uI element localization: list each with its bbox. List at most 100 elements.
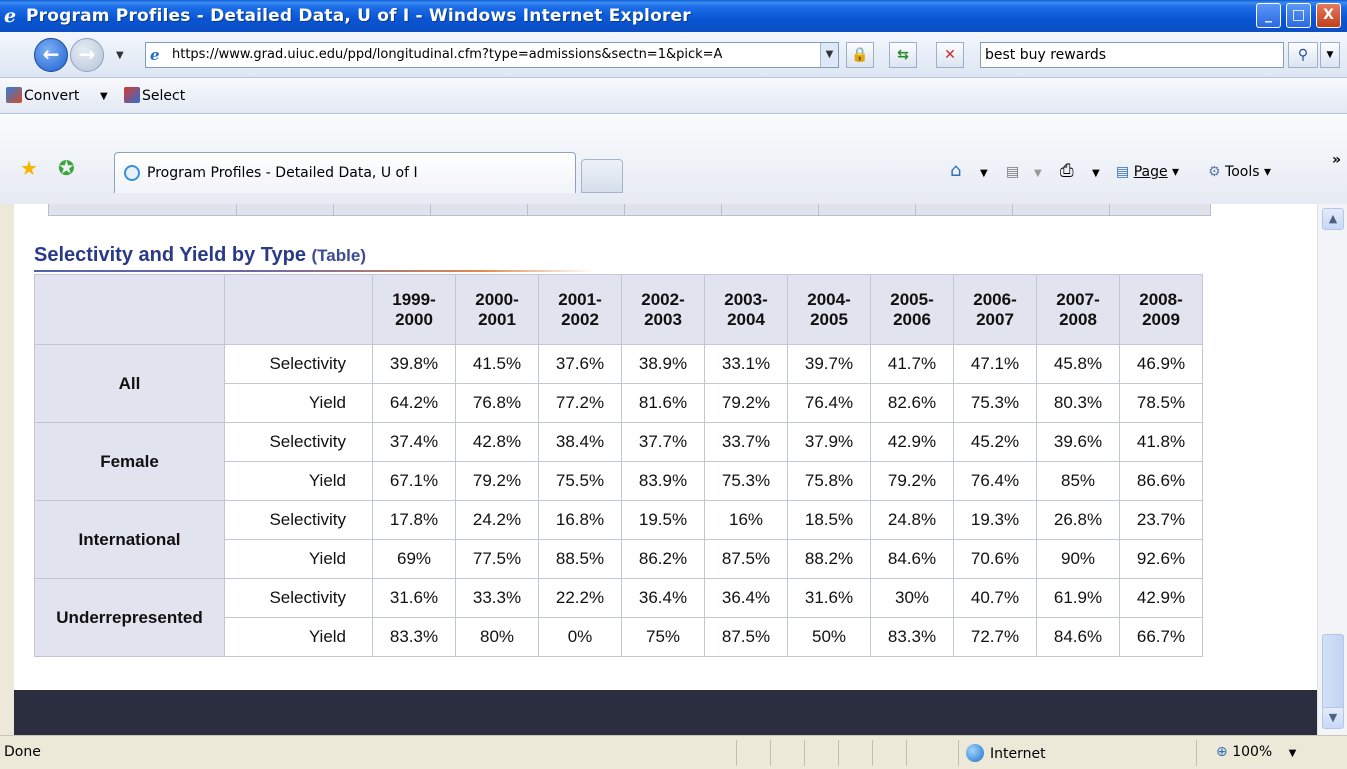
value-cell: 26.8% xyxy=(1036,500,1120,540)
select-button[interactable]: Select xyxy=(124,87,185,104)
window-title-bar[interactable]: e Program Profiles - Detailed Data, U of… xyxy=(0,0,1347,32)
refresh-icon[interactable]: ⇆ xyxy=(889,42,917,68)
address-input[interactable]: e https://www.grad.uiuc.edu/ppd/longitud… xyxy=(145,42,839,68)
lock-icon[interactable]: 🔒 xyxy=(846,42,874,68)
year-column-header: 2000- 2001 xyxy=(455,274,539,345)
convert-label: Convert xyxy=(24,88,80,104)
value-cell: 41.7% xyxy=(870,344,954,384)
search-icon[interactable]: ⚲ xyxy=(1288,42,1318,68)
address-dropdown-icon[interactable]: ▼ xyxy=(820,43,838,67)
value-cell: 88.2% xyxy=(787,539,871,579)
header-empty-cell xyxy=(34,274,225,345)
metric-label: Yield xyxy=(224,383,373,423)
group-label: All xyxy=(34,344,225,423)
print-icon[interactable]: ⎙ xyxy=(1060,161,1074,181)
value-cell: 31.6% xyxy=(372,578,456,618)
value-cell: 22.2% xyxy=(538,578,622,618)
year-column-header: 1999- 2000 xyxy=(372,274,456,345)
status-text: Done xyxy=(4,744,41,760)
zoom-control[interactable]: ⊕ 100% ▼ xyxy=(1216,744,1296,760)
value-cell: 88.5% xyxy=(538,539,622,579)
group-label: International xyxy=(34,500,225,579)
table-header-row: 1999- 2000 2000- 2001 2001- 2002 2002- 2003… xyxy=(34,274,1203,345)
year-column-header: 2005- 2006 xyxy=(870,274,954,345)
search-input[interactable]: best buy rewards xyxy=(980,42,1284,68)
convert-icon xyxy=(6,87,22,103)
convert-dropdown-icon[interactable]: ▼ xyxy=(100,91,108,102)
page-menu-label: Page xyxy=(1133,164,1168,180)
page-footer-bar xyxy=(14,690,1317,735)
value-cell: 18.5% xyxy=(787,500,871,540)
vertical-scrollbar[interactable]: ▲ ▼ xyxy=(1317,204,1347,735)
value-cell: 64.2% xyxy=(372,383,456,423)
value-cell: 24.2% xyxy=(455,500,539,540)
metric-label: Yield xyxy=(224,461,373,501)
security-zone[interactable]: Internet xyxy=(966,744,1046,762)
close-button[interactable]: X xyxy=(1316,3,1341,28)
value-cell: 75% xyxy=(621,617,705,657)
history-dropdown-icon[interactable]: ▼ xyxy=(116,50,124,61)
feeds-dropdown-icon[interactable]: ▼ xyxy=(1034,168,1042,179)
value-cell: 39.8% xyxy=(372,344,456,384)
status-bar: Done Internet ⊕ 100% ▼ xyxy=(0,735,1347,769)
value-cell: 75.3% xyxy=(704,461,788,501)
forward-arrow-icon[interactable]: → xyxy=(70,38,104,72)
group-label: Underrepresented xyxy=(34,578,225,657)
page-menu[interactable]: ▤ Page ▾ xyxy=(1116,164,1179,180)
convert-button[interactable]: Convert xyxy=(6,87,79,104)
value-cell: 78.5% xyxy=(1119,383,1203,423)
value-cell: 41.8% xyxy=(1119,422,1203,462)
zone-label: Internet xyxy=(990,746,1046,762)
group-label: Female xyxy=(34,422,225,501)
print-dropdown-icon[interactable]: ▼ xyxy=(1092,168,1100,179)
value-cell: 16.8% xyxy=(538,500,622,540)
tab-program-profiles[interactable]: Program Profiles - Detailed Data, U of I xyxy=(114,152,576,193)
value-cell: 72.7% xyxy=(953,617,1037,657)
scroll-down-icon[interactable]: ▼ xyxy=(1322,707,1344,729)
value-cell: 30% xyxy=(870,578,954,618)
table-row: Female Selectivity 37.4% 42.8% 38.4% 37.7% 33.… xyxy=(34,422,1203,501)
value-cell: 45.8% xyxy=(1036,344,1120,384)
selectivity-yield-table: 1999- 2000 2000- 2001 2001- 2002 2002- 2003… xyxy=(34,274,1203,657)
value-cell: 37.9% xyxy=(787,422,871,462)
scroll-thumb[interactable] xyxy=(1322,634,1344,710)
maximize-button[interactable]: □ xyxy=(1286,3,1311,28)
page-icon-small: ▤ xyxy=(1116,164,1130,180)
add-favorites-icon[interactable]: ✪ xyxy=(58,156,75,180)
value-cell: 37.6% xyxy=(538,344,622,384)
value-cell: 81.6% xyxy=(621,383,705,423)
chevron-more-icon[interactable]: » xyxy=(1332,152,1341,168)
tools-menu[interactable]: ⚙ Tools ▾ xyxy=(1208,164,1271,180)
value-cell: 79.2% xyxy=(870,461,954,501)
value-cell: 19.3% xyxy=(953,500,1037,540)
year-column-header: 2008- 2009 xyxy=(1119,274,1203,345)
year-column-header: 2002- 2003 xyxy=(621,274,705,345)
new-tab-button[interactable] xyxy=(581,159,623,193)
value-cell: 47.1% xyxy=(953,344,1037,384)
search-options-icon[interactable]: ▼ xyxy=(1320,42,1340,68)
tab-label: Program Profiles - Detailed Data, U of I xyxy=(147,165,418,181)
value-cell: 33.7% xyxy=(704,422,788,462)
zoom-icon: ⊕ xyxy=(1216,744,1228,760)
stop-icon[interactable]: ✕ xyxy=(936,42,964,68)
home-icon[interactable]: ⌂ xyxy=(950,160,961,181)
back-arrow-icon[interactable]: ← xyxy=(34,38,68,72)
value-cell: 0% xyxy=(538,617,622,657)
value-cell: 19.5% xyxy=(621,500,705,540)
home-dropdown-icon[interactable]: ▼ xyxy=(980,168,988,179)
feeds-icon[interactable]: ▤ xyxy=(1006,164,1019,180)
loading-icon xyxy=(124,165,140,181)
table-view-link[interactable]: (Table) xyxy=(312,246,366,265)
value-cell: 66.7% xyxy=(1119,617,1203,657)
favorites-star-icon[interactable]: ★ xyxy=(20,156,38,180)
globe-icon xyxy=(966,744,984,762)
value-cell: 36.4% xyxy=(704,578,788,618)
value-cell: 83.3% xyxy=(372,617,456,657)
command-bar: Convert ▼ Select xyxy=(0,78,1347,114)
window-left-edge xyxy=(0,204,14,735)
scroll-up-icon[interactable]: ▲ xyxy=(1322,208,1344,230)
value-cell: 23.7% xyxy=(1119,500,1203,540)
minimize-button[interactable]: _ xyxy=(1256,3,1281,28)
value-cell: 75.8% xyxy=(787,461,871,501)
value-cell: 75.3% xyxy=(953,383,1037,423)
